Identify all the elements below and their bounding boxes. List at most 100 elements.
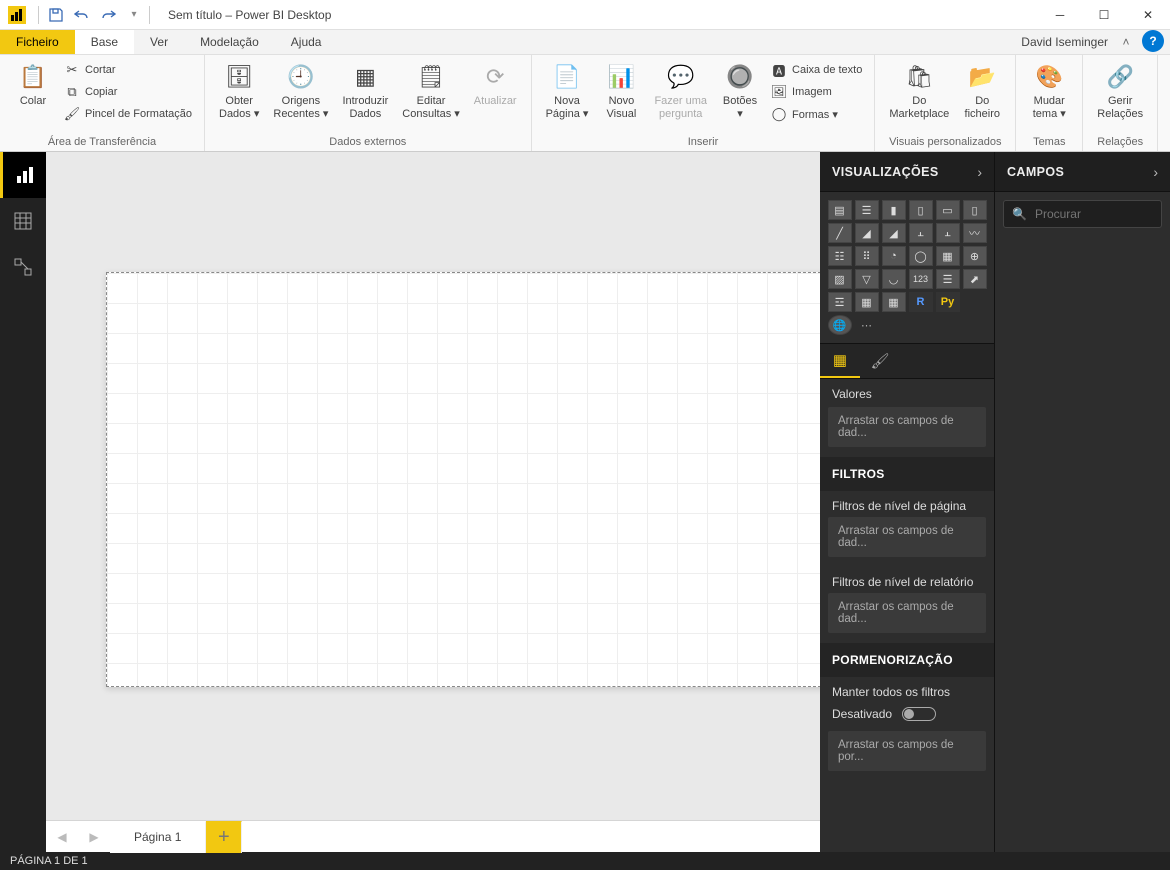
cut-button[interactable]: ✂ Cortar — [60, 59, 196, 81]
menu-modeling[interactable]: Modelação — [184, 30, 275, 54]
image-button[interactable]: 🖼 Imagem — [767, 81, 866, 103]
kpi-icon[interactable]: ⬈ — [963, 269, 987, 289]
arcgis-icon[interactable]: 🌐 — [828, 315, 852, 335]
more-visuals-icon[interactable]: ⋯ — [855, 315, 879, 335]
edit-queries-icon: 🗒 — [415, 61, 447, 93]
add-page-button[interactable]: + — [206, 821, 242, 853]
drillthrough-well[interactable]: Arrastar os campos de por... — [828, 731, 986, 771]
help-icon[interactable]: ? — [1142, 30, 1164, 52]
gauge-icon[interactable]: ◡ — [882, 269, 906, 289]
refresh-button[interactable]: ⟳ Atualizar — [468, 59, 523, 110]
fields-header[interactable]: CAMPOS › — [995, 152, 1170, 192]
page-tab-strip: ◀ ▶ Página 1 + — [46, 820, 820, 852]
edit-queries-button[interactable]: 🗒 Editar Consultas ▾ — [396, 59, 466, 122]
page-filters-well[interactable]: Arrastar os campos de dad... — [828, 517, 986, 557]
waterfall-icon[interactable]: ☷ — [828, 246, 852, 266]
map-icon[interactable]: ⊕ — [963, 246, 987, 266]
area-chart-icon[interactable]: ◢ — [855, 223, 879, 243]
qat-dropdown-icon[interactable]: ▾ — [125, 6, 143, 24]
model-view-button[interactable] — [0, 244, 46, 290]
table-visual-icon[interactable]: ▦ — [855, 292, 879, 312]
save-icon[interactable] — [47, 6, 65, 24]
r-visual-icon[interactable]: R — [909, 292, 933, 312]
line-chart-icon[interactable]: ╱ — [828, 223, 852, 243]
new-visual-button[interactable]: 📊 Novo Visual — [596, 59, 646, 122]
minimize-button[interactable]: ─ — [1038, 0, 1082, 30]
clustered-column-icon[interactable]: ▯ — [909, 200, 933, 220]
stacked-area-icon[interactable]: ◢ — [882, 223, 906, 243]
quick-measure-button[interactable]: ⚡ Nova medida rápida — [1166, 103, 1170, 125]
funnel-icon[interactable]: ▽ — [855, 269, 879, 289]
keep-all-filters-label: Manter todos os filtros — [820, 677, 994, 703]
redo-icon[interactable] — [99, 6, 117, 24]
python-visual-icon[interactable]: Py — [936, 292, 960, 312]
keep-all-filters-toggle[interactable] — [902, 707, 936, 721]
menu-home[interactable]: Base — [75, 30, 134, 54]
paste-button[interactable]: 📋 Colar — [8, 59, 58, 110]
stacked-bar-icon[interactable]: ▤ — [828, 200, 852, 220]
format-painter-button[interactable]: 🖌 Pincel de Formatação — [60, 103, 196, 125]
filled-map-icon[interactable]: ▨ — [828, 269, 852, 289]
new-measure-button[interactable]: 📐 Nova Medida — [1166, 59, 1170, 81]
titlebar: ▾ Sem título – Power BI Desktop ─ ☐ ✕ — [0, 0, 1170, 30]
menu-file[interactable]: Ficheiro — [0, 30, 75, 54]
matrix-icon[interactable]: ▦ — [882, 292, 906, 312]
clustered-bar-icon[interactable]: ☰ — [855, 200, 879, 220]
copy-button[interactable]: ⧉ Copiar — [60, 81, 196, 103]
from-file-button[interactable]: 📂 Do ficheiro — [957, 59, 1007, 122]
donut-icon[interactable]: ◯ — [909, 246, 933, 266]
manage-relationships-button[interactable]: 🔗 Gerir Relações — [1091, 59, 1149, 122]
slicer-icon[interactable]: ☲ — [828, 292, 852, 312]
new-page-button[interactable]: 📄 Nova Página ▾ — [540, 59, 595, 122]
multi-row-card-icon[interactable]: ☰ — [936, 269, 960, 289]
stacked-column-icon[interactable]: ▮ — [882, 200, 906, 220]
treemap-icon[interactable]: ▦ — [936, 246, 960, 266]
fields-search[interactable]: 🔍 — [1003, 200, 1162, 228]
scatter-icon[interactable]: ⠿ — [855, 246, 879, 266]
format-mode-tab[interactable]: 🖌 — [860, 344, 900, 378]
ask-question-button[interactable]: 💬 Fazer uma pergunta — [648, 59, 713, 122]
text-box-button[interactable]: 🅰 Caixa de texto — [767, 59, 866, 81]
text-box-icon: 🅰 — [771, 62, 787, 78]
combo-chart-2-icon[interactable]: ⫠ — [936, 223, 960, 243]
100pct-bar-icon[interactable]: ▭ — [936, 200, 960, 220]
visualizations-header[interactable]: VISUALIZAÇÕES › — [820, 152, 994, 192]
ribbon-collapse-icon[interactable]: ˄ — [1116, 30, 1136, 54]
report-page-canvas[interactable] — [106, 272, 820, 687]
report-filters-well[interactable]: Arrastar os campos de dad... — [828, 593, 986, 633]
refresh-icon: ⟳ — [479, 61, 511, 93]
switch-theme-button[interactable]: 🎨 Mudar tema ▾ — [1024, 59, 1074, 122]
shapes-button[interactable]: ◯ Formas ▾ — [767, 103, 866, 125]
undo-icon[interactable] — [73, 6, 91, 24]
report-filters-label: Filtros de nível de relatório — [820, 567, 994, 593]
fields-search-input[interactable] — [1035, 207, 1153, 221]
view-rail — [0, 152, 46, 852]
fields-mode-tab[interactable]: ▦ — [820, 344, 860, 378]
card-icon[interactable]: 123 — [909, 269, 933, 289]
page-next-button[interactable]: ▶ — [78, 830, 110, 844]
page-tab-1[interactable]: Página 1 — [110, 821, 206, 853]
combo-chart-icon[interactable]: ⫠ — [909, 223, 933, 243]
enter-data-button[interactable]: ▦ Introduzir Dados — [336, 59, 394, 122]
marketplace-button[interactable]: 🛍 Do Marketplace — [883, 59, 955, 122]
maximize-button[interactable]: ☐ — [1082, 0, 1126, 30]
data-view-button[interactable] — [0, 198, 46, 244]
page-prev-button[interactable]: ◀ — [46, 830, 78, 844]
menu-help[interactable]: Ajuda — [275, 30, 338, 54]
page-filters-label: Filtros de nível de página — [820, 491, 994, 517]
buttons-button[interactable]: 🔘 Botões ▾ — [715, 59, 765, 122]
folder-icon: 📂 — [966, 61, 998, 93]
new-column-button[interactable]: ▥ Nova coluna — [1166, 81, 1170, 103]
report-view-button[interactable] — [0, 152, 46, 198]
get-data-button[interactable]: 🗄 Obter Dados ▾ — [213, 59, 265, 122]
ribbon-chart-icon[interactable]: 〰 — [963, 223, 987, 243]
recent-sources-button[interactable]: 🕘 Origens Recentes ▾ — [267, 59, 334, 122]
close-button[interactable]: ✕ — [1126, 0, 1170, 30]
100pct-column-icon[interactable]: ▯ — [963, 200, 987, 220]
values-well[interactable]: Arrastar os campos de dad... — [828, 407, 986, 447]
pie-icon[interactable]: ◔ — [882, 246, 906, 266]
filters-header: FILTROS — [820, 457, 994, 491]
user-label[interactable]: David Iseminger — [1013, 30, 1116, 54]
canvas-area[interactable] — [46, 152, 820, 820]
menu-view[interactable]: Ver — [134, 30, 184, 54]
